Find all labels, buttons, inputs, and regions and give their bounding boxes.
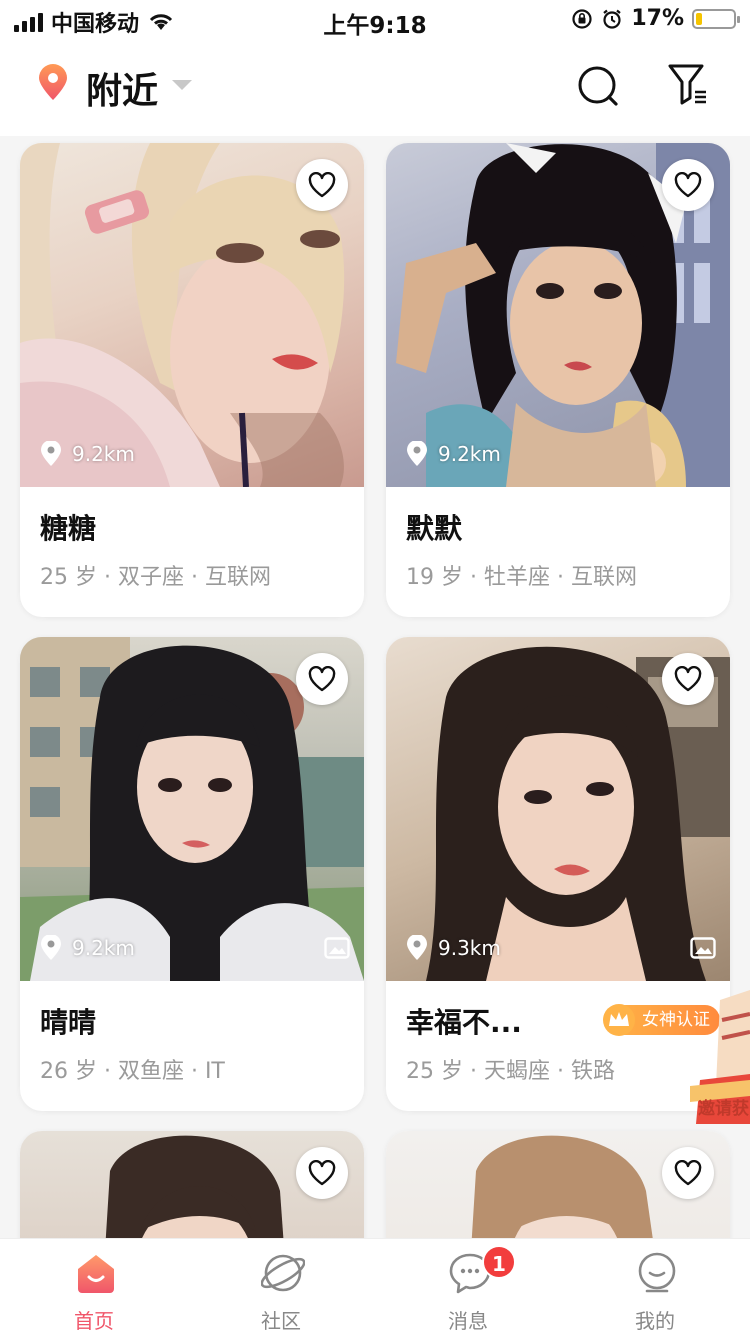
profile-meta: 26 岁 · 双鱼座 · IT <box>40 1059 225 1084</box>
like-button[interactable] <box>662 653 714 705</box>
tab-label: 我的 <box>635 1309 675 1333</box>
tab-profile[interactable]: 我的 <box>561 1239 749 1334</box>
profile-name: 晴晴 <box>40 1006 97 1039</box>
profile-icon <box>638 1252 676 1293</box>
location-pin-icon <box>407 935 427 960</box>
unread-badge: 1 <box>482 1245 516 1279</box>
profile-name: 默默 <box>406 512 463 545</box>
tab-community[interactable]: 社区 <box>187 1239 375 1334</box>
like-button[interactable] <box>296 159 348 211</box>
filter-icon[interactable] <box>666 62 710 108</box>
heart-icon <box>674 172 702 198</box>
profile-meta: 19 岁 · 牡羊座 · 互联网 <box>406 565 637 590</box>
location-pin-icon <box>407 441 427 466</box>
tab-home[interactable]: 首页 <box>0 1239 188 1334</box>
tab-label: 首页 <box>74 1309 114 1333</box>
crown-icon <box>603 1004 635 1036</box>
like-button[interactable] <box>296 1147 348 1199</box>
profile-photo[interactable]: 9.2km <box>20 143 364 487</box>
heart-icon <box>308 666 336 692</box>
distance-label: 9.2km <box>40 441 135 467</box>
distance-label: 9.3km <box>406 935 501 961</box>
heart-icon <box>674 666 702 692</box>
rotation-lock-icon <box>572 8 592 29</box>
location-pin-icon <box>41 441 61 466</box>
bottom-tab-bar: 首页 社区 1 消息 我的 <box>0 1238 750 1334</box>
distance-label: 9.2km <box>40 935 135 961</box>
heart-icon <box>674 1160 702 1186</box>
profile-meta: 25 岁 · 天蝎座 · 铁路 <box>406 1059 615 1084</box>
distance-value: 9.2km <box>438 442 501 466</box>
location-pin-icon <box>39 64 67 100</box>
heart-icon <box>308 1160 336 1186</box>
status-right: 17% <box>571 6 740 31</box>
heart-icon <box>308 172 336 198</box>
like-button[interactable] <box>662 159 714 211</box>
battery-icon <box>692 8 740 29</box>
profile-card[interactable]: 9.2km 晴晴 26 岁 · 双鱼座 · IT <box>20 637 364 1111</box>
battery-percent: 17% <box>631 6 684 31</box>
tab-label: 社区 <box>261 1309 301 1333</box>
like-button[interactable] <box>662 1147 714 1199</box>
album-icon[interactable] <box>690 937 716 959</box>
page-title[interactable]: 附近 <box>86 62 158 114</box>
tab-messages[interactable]: 1 消息 <box>374 1239 562 1334</box>
distance-value: 9.2km <box>72 442 135 466</box>
profile-card[interactable]: 9.2km 默默 19 岁 · 牡羊座 · 互联网 <box>386 143 730 617</box>
tab-label: 消息 <box>448 1309 488 1333</box>
profile-meta: 25 岁 · 双子座 · 互联网 <box>40 565 271 590</box>
profile-name: 幸福不... <box>406 1006 522 1039</box>
location-pin-icon <box>41 935 61 960</box>
search-icon[interactable] <box>576 64 620 108</box>
promo-label: 邀请获 <box>698 1099 749 1119</box>
distance-value: 9.2km <box>72 936 135 960</box>
distance-label: 9.2km <box>406 441 501 467</box>
profile-photo[interactable]: 9.3km <box>386 637 730 981</box>
alarm-icon <box>603 9 622 29</box>
invite-promo[interactable]: 邀请获 <box>690 990 750 1130</box>
chevron-down-icon[interactable] <box>172 80 192 90</box>
album-icon[interactable] <box>324 937 350 959</box>
status-bar: 中国移动 上午9:18 17% <box>0 0 750 40</box>
profile-photo[interactable]: 9.2km <box>386 143 730 487</box>
like-button[interactable] <box>296 653 348 705</box>
profile-card[interactable]: 9.2km 糖糖 25 岁 · 双子座 · 互联网 <box>20 143 364 617</box>
profile-name: 糖糖 <box>40 512 97 545</box>
planet-icon <box>261 1254 305 1292</box>
profile-card[interactable]: 9.3km 幸福不... 25 岁 · 天蝎座 · 铁路 女神认证 <box>386 637 730 1111</box>
profile-photo[interactable]: 9.2km <box>20 637 364 981</box>
distance-value: 9.3km <box>438 936 501 960</box>
battery-level <box>696 12 703 25</box>
top-header: 附近 <box>0 40 750 136</box>
home-icon <box>78 1255 114 1293</box>
